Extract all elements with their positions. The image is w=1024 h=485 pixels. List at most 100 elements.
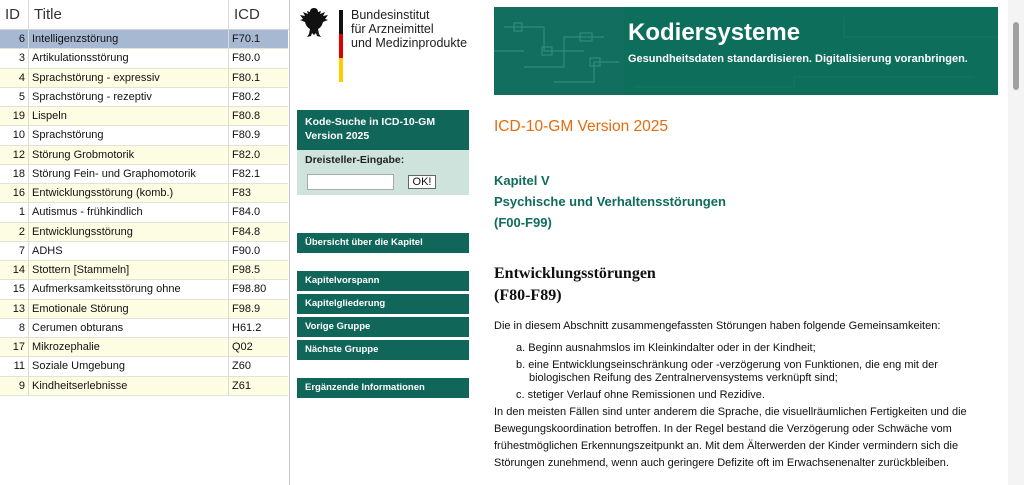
- cell-title: Aufmerksamkeitsstörung ohne: [29, 280, 229, 299]
- table-row[interactable]: 8 Cerumen obturans H61.2: [0, 318, 288, 338]
- chapter-range: (F00-F99): [494, 215, 552, 230]
- table-row[interactable]: 7 ADHS F90.0: [0, 241, 288, 261]
- cell-id: 5: [0, 87, 29, 106]
- cell-title: Autismus - frühkindlich: [29, 203, 229, 222]
- cell-icd: F84.8: [232, 225, 261, 238]
- cell-icd: F83: [232, 187, 251, 199]
- column-header-id[interactable]: ID: [0, 0, 29, 29]
- intro-text: Die in diesem Abschnitt zusammengefasste…: [494, 320, 941, 332]
- banner-subtitle: Gesundheitsdaten standardisieren. Digita…: [628, 53, 968, 65]
- cell-id: 19: [0, 107, 29, 126]
- cell-id: 7: [0, 241, 29, 260]
- cell-title: Artikulationsstörung: [29, 49, 229, 68]
- table-row[interactable]: 5 Sprachstörung - rezeptiv F80.2: [0, 87, 288, 107]
- chapter-preface-link[interactable]: Kapitelvorspann: [297, 271, 469, 291]
- cell-id: 8: [0, 318, 29, 337]
- cell-title: Sprachstörung: [29, 126, 229, 145]
- column-header-icd[interactable]: ICD: [229, 0, 288, 29]
- three-digit-input[interactable]: [307, 174, 394, 190]
- code-search-title-line1: Kode-Suche in ICD-10-GM: [305, 116, 436, 128]
- cell-id: 2: [0, 222, 29, 241]
- cell-title: Soziale Umgebung: [29, 357, 229, 376]
- cell-title: Mikrozephalie: [29, 338, 229, 357]
- cell-icd: F82.0: [232, 148, 261, 161]
- kodiersysteme-banner: Kodiersysteme Gesundheitsdaten standardi…: [494, 7, 998, 95]
- list-item-text: eine Entwicklungseinschränkung oder -ver…: [528, 359, 938, 371]
- cell-id: 18: [0, 164, 29, 183]
- list-item-text: Beginn ausnahmslos im Kleinkindalter ode…: [528, 342, 816, 354]
- cell-title: Entwicklungsstörung (komb.): [29, 184, 229, 203]
- cell-id: 17: [0, 338, 29, 357]
- cell-title: Emotionale Störung: [29, 299, 229, 318]
- version-title: ICD-10-GM Version 2025: [494, 118, 669, 135]
- chapter-overview-link[interactable]: Übersicht über die Kapitel: [297, 233, 469, 253]
- table-header: ID Title ICD: [0, 0, 289, 30]
- list-item: b. eine Entwicklungseinschränkung oder -…: [516, 359, 938, 372]
- table-row[interactable]: 12 Störung Grobmotorik F82.0: [0, 145, 288, 165]
- table-row[interactable]: 9 Kindheitserlebnisse Z61: [0, 376, 288, 396]
- chapter-structure-link[interactable]: Kapitelgliederung: [297, 294, 469, 314]
- code-search-heading: Kode-Suche in ICD-10-GM Version 2025: [297, 110, 469, 150]
- flag-bar-icon: [339, 10, 343, 82]
- group-title: Entwicklungsstörungen: [494, 265, 656, 282]
- cell-title: Sprachstörung - rezeptiv: [29, 87, 229, 106]
- group-range: (F80-F89): [494, 287, 562, 304]
- cell-icd: F70.1: [232, 33, 261, 45]
- cell-title: Störung Fein- und Graphomotorik: [29, 164, 229, 183]
- ok-button[interactable]: OK!: [408, 175, 436, 189]
- cell-id: 1: [0, 203, 29, 222]
- list-item: c. stetiger Verlauf ohne Remissionen und…: [516, 389, 765, 402]
- cell-title: Entwicklungsstörung: [29, 222, 229, 241]
- code-search-panel: Kode-Suche in ICD-10-GM Version 2025 Dre…: [297, 110, 469, 195]
- table-row[interactable]: 17 Mikrozephalie Q02: [0, 338, 288, 358]
- search-label: Dreisteller-Eingabe:: [305, 154, 405, 166]
- cell-icd: F82.1: [232, 167, 261, 180]
- table-row[interactable]: 4 Sprachstörung - expressiv F80.1: [0, 68, 288, 88]
- list-item-text: stetiger Verlauf ohne Remissionen und Re…: [527, 389, 765, 401]
- table-row[interactable]: 1 Autismus - frühkindlich F84.0: [0, 203, 288, 223]
- table-row[interactable]: 10 Sprachstörung F80.9: [0, 126, 288, 146]
- cell-icd: F98.9: [232, 302, 261, 315]
- table-row[interactable]: 6 Intelligenzstörung F70.1: [0, 30, 288, 50]
- code-table: ID Title ICD 6 Intelligenzstörung F70.1 3 Ar…: [0, 0, 290, 485]
- table-row[interactable]: 19 Lispeln F80.8: [0, 107, 288, 127]
- cell-icd: F80.2: [232, 90, 261, 103]
- list-marker: a.: [516, 342, 526, 354]
- list-item-continuation: biologischen Reifung des Zentralnervensy…: [529, 372, 838, 384]
- chapter-title: Psychische und Verhaltensstörungen: [494, 194, 726, 209]
- cell-id: 11: [0, 357, 29, 376]
- cell-title: Intelligenzstörung: [29, 30, 229, 49]
- table-row[interactable]: 11 Soziale Umgebung Z60: [0, 357, 288, 377]
- table-row[interactable]: 13 Emotionale Störung F98.9: [0, 299, 288, 319]
- cell-id: 4: [0, 68, 29, 87]
- cell-icd: F98.5: [232, 264, 261, 276]
- body-text-line: frühestmöglichen Erkennungszeitpunkt an.…: [494, 440, 959, 452]
- next-group-link[interactable]: Nächste Gruppe: [297, 340, 469, 360]
- table-row[interactable]: 15 Aufmerksamkeitsstörung ohne F98.80: [0, 280, 288, 300]
- additional-info-link[interactable]: Ergänzende Informationen: [297, 378, 469, 398]
- column-header-title[interactable]: Title: [29, 0, 229, 29]
- previous-group-link[interactable]: Vorige Gruppe: [297, 317, 469, 337]
- logo-text-line3: und Medizinprodukte: [351, 36, 468, 50]
- cell-icd: F80.8: [232, 110, 261, 122]
- cell-icd: Q02: [232, 341, 253, 353]
- table-row[interactable]: 18 Störung Fein- und Graphomotorik F82.1: [0, 164, 288, 184]
- table-row[interactable]: 16 Entwicklungsstörung (komb.) F83: [0, 184, 288, 204]
- cell-icd: H61.2: [232, 321, 262, 334]
- list-item: a. Beginn ausnahmslos im Kleinkindalter …: [516, 342, 816, 355]
- cell-title: Sprachstörung - expressiv: [29, 68, 229, 87]
- chapter-number: Kapitel V: [494, 173, 550, 188]
- scrollbar-thumb[interactable]: [1013, 22, 1019, 90]
- cell-id: 15: [0, 280, 29, 299]
- banner-title: Kodiersysteme: [628, 19, 801, 46]
- cell-title: Cerumen obturans: [29, 318, 229, 337]
- logo-text-line1: Bundesinstitut: [351, 8, 430, 22]
- bfarm-logo[interactable]: Bundesinstitut für Arzneimittel und Medi…: [299, 6, 479, 86]
- table-row[interactable]: 2 Entwicklungsstörung F84.8: [0, 222, 288, 242]
- list-marker: c.: [516, 389, 525, 401]
- table-row[interactable]: 14 Stottern [Stammeln] F98.5: [0, 261, 288, 281]
- table-row[interactable]: 3 Artikulationsstörung F80.0: [0, 49, 288, 69]
- vertical-scrollbar[interactable]: [1008, 0, 1024, 485]
- table-body: 6 Intelligenzstörung F70.1 3 Artikulationsst…: [0, 30, 288, 396]
- cell-title: Stottern [Stammeln]: [29, 261, 229, 280]
